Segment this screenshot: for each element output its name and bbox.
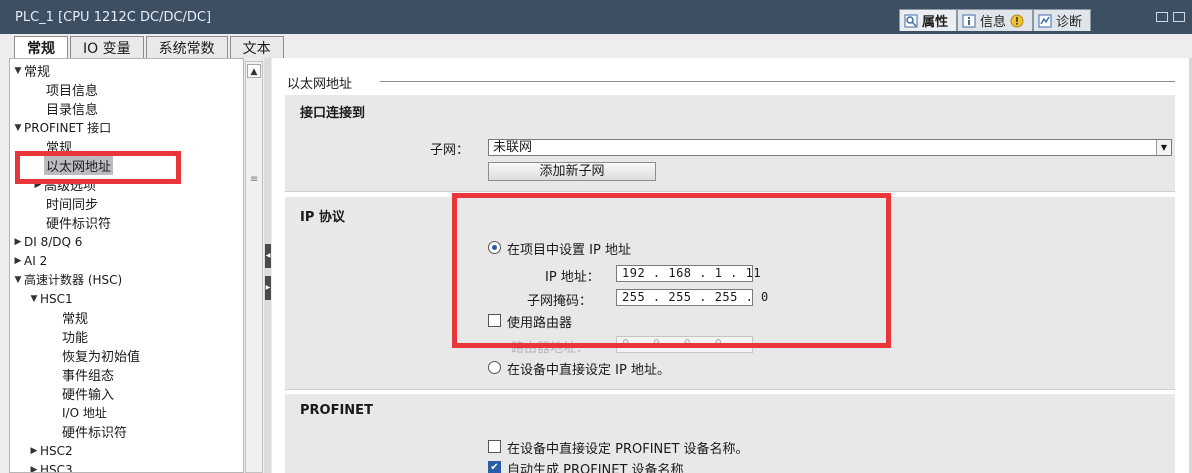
subnet-select[interactable]: 未联网 ▼ — [488, 139, 1172, 156]
tab-info-label: 信息 — [980, 15, 1007, 30]
profinet-group-title: PROFINET — [300, 403, 373, 418]
tree-item-label: 时间同步 — [46, 198, 99, 213]
tab-info[interactable]: 信息 — [957, 9, 1034, 31]
tree-item-label: 硬件标识符 — [46, 217, 112, 232]
tree-item-label: 恢复为初始值 — [62, 350, 141, 365]
tree-item[interactable]: ▶ HSC3 — [10, 460, 243, 473]
tree-item-label: 硬件输入 — [62, 388, 115, 403]
page-title: 以太网地址 — [287, 77, 353, 92]
tree-item[interactable]: ▼ HSC1 — [10, 289, 243, 308]
tree-item[interactable]: 恢复为初始值 — [10, 346, 243, 365]
tree-item-label: HSC1 — [40, 291, 73, 306]
tree-item-label: 事件组态 — [62, 369, 115, 384]
tab-properties[interactable]: 属性 — [899, 9, 958, 31]
tree-item[interactable]: ▶ DI 8/DQ 6 — [10, 232, 243, 251]
tree-item[interactable]: 硬件输入 — [10, 384, 243, 403]
auto-generate-name-checkbox[interactable]: ✔ — [488, 461, 501, 473]
section-divider — [380, 81, 1175, 82]
tree-item[interactable]: ▶ AI 2 — [10, 251, 243, 270]
expand-right-icon[interactable]: ▶ — [265, 276, 271, 300]
set-device-name-on-device-label: 在设备中直接设定 PROFINET 设备名称。 — [507, 442, 749, 457]
subnet-label: 子网： — [430, 143, 470, 158]
highlight-box-tree — [15, 151, 181, 184]
inspector-tabs: 属性 信息 诊断 — [899, 9, 1092, 31]
property-tabs: 常规 IO 变量 系统常数 文本 — [14, 36, 286, 59]
tree-item-label: 目录信息 — [46, 103, 99, 118]
interface-group-title: 接口连接到 — [300, 106, 366, 121]
restore-window-icon[interactable] — [1156, 12, 1168, 22]
scroll-up-icon[interactable]: ▲ — [247, 64, 261, 78]
profinet-group: PROFINET — [285, 394, 1175, 473]
tree-item[interactable]: ▼ 常规 — [10, 61, 243, 80]
tab-properties-label: 属性 — [922, 15, 949, 30]
tree-item-label: 常规 — [24, 65, 51, 80]
tab-system-constants[interactable]: 系统常数 — [145, 36, 228, 58]
tab-diagnostics-label: 诊断 — [1056, 15, 1083, 30]
tree-item-label: PROFINET 接口 — [24, 121, 112, 135]
tree-item-label: AI 2 — [24, 253, 48, 268]
set-device-name-on-device-checkbox[interactable] — [488, 440, 501, 453]
menu-window-icon[interactable] — [1173, 12, 1185, 22]
tree-item-label: DI 8/DQ 6 — [24, 234, 83, 249]
tree-item-label: 硬件标识符 — [62, 426, 128, 441]
highlight-box-ip — [452, 193, 891, 348]
collapse-left-icon[interactable]: ◀ — [265, 244, 271, 268]
set-ip-on-device-label: 在设备中直接设定 IP 地址。 — [507, 363, 670, 378]
inspector-titlebar: PLC_1 [CPU 1212C DC/DC/DC] 属性 信息 诊断 — [0, 0, 1192, 34]
window-title: PLC_1 [CPU 1212C DC/DC/DC] — [15, 10, 212, 25]
tree-item[interactable]: 时间同步 — [10, 194, 243, 213]
tree-item[interactable]: 常规 — [10, 308, 243, 327]
tree-item-label: 常规 — [62, 312, 89, 327]
tab-texts[interactable]: 文本 — [229, 36, 284, 58]
tab-general[interactable]: 常规 — [14, 36, 68, 59]
tree-item[interactable]: 硬件标识符 — [10, 422, 243, 441]
ip-protocol-group-title: IP 协议 — [300, 210, 345, 225]
tree-item[interactable]: I/O 地址 — [10, 403, 243, 422]
tree-item[interactable]: ▼ 高速计数器 (HSC) — [10, 270, 243, 289]
tree-item[interactable]: ▶ HSC2 — [10, 441, 243, 460]
tree-expand-icon[interactable]: ▼ — [28, 294, 40, 304]
info-icon — [962, 14, 976, 28]
tree-expand-icon[interactable]: ▶ — [28, 446, 40, 456]
tree-scrollbar[interactable]: ▲ ≡ — [245, 61, 263, 473]
navigation-tree: ▼ 常规 项目信息 目录信息 ▼ PROFINET 接口 常规 以太网地址 ▶ 高级选… — [9, 58, 244, 473]
set-ip-on-device-radio[interactable] — [488, 361, 501, 374]
chevron-down-icon[interactable]: ▼ — [1156, 140, 1171, 155]
tab-diagnostics[interactable]: 诊断 — [1033, 9, 1092, 31]
tree-item[interactable]: 功能 — [10, 327, 243, 346]
tree-expand-icon[interactable]: ▼ — [12, 66, 24, 76]
warning-badge-icon — [1010, 14, 1024, 28]
subnet-select-value: 未联网 — [493, 140, 533, 155]
add-subnet-button[interactable]: 添加新子网 — [488, 162, 656, 181]
diagnostics-icon — [1038, 14, 1052, 28]
tree-item[interactable]: 硬件标识符 — [10, 213, 243, 232]
tree-expand-icon[interactable]: ▼ — [12, 123, 24, 133]
tree-expand-icon[interactable]: ▶ — [12, 237, 24, 247]
tab-io-tags[interactable]: IO 变量 — [70, 36, 144, 58]
tree-item-label: HSC2 — [40, 443, 73, 458]
tree-item[interactable]: 目录信息 — [10, 99, 243, 118]
tree-item-label: HSC3 — [40, 462, 73, 473]
auto-generate-name-label: 自动生成 PROFINET 设备名称 — [507, 463, 684, 473]
tree-item-label: 高速计数器 (HSC) — [24, 273, 123, 287]
tree-item[interactable]: ▼ PROFINET 接口 — [10, 118, 243, 137]
tree-item-label: 功能 — [62, 331, 89, 346]
tree-expand-icon[interactable]: ▶ — [12, 256, 24, 266]
tree-item-label: 项目信息 — [46, 84, 99, 99]
tree-item[interactable]: 事件组态 — [10, 365, 243, 384]
tree-item[interactable]: 项目信息 — [10, 80, 243, 99]
tree-expand-icon[interactable]: ▼ — [12, 275, 24, 285]
tree-expand-icon[interactable]: ▶ — [28, 465, 40, 473]
scroll-grip-icon[interactable]: ≡ — [250, 174, 258, 185]
properties-icon — [904, 14, 918, 28]
tree-item-label: I/O 地址 — [62, 406, 107, 420]
